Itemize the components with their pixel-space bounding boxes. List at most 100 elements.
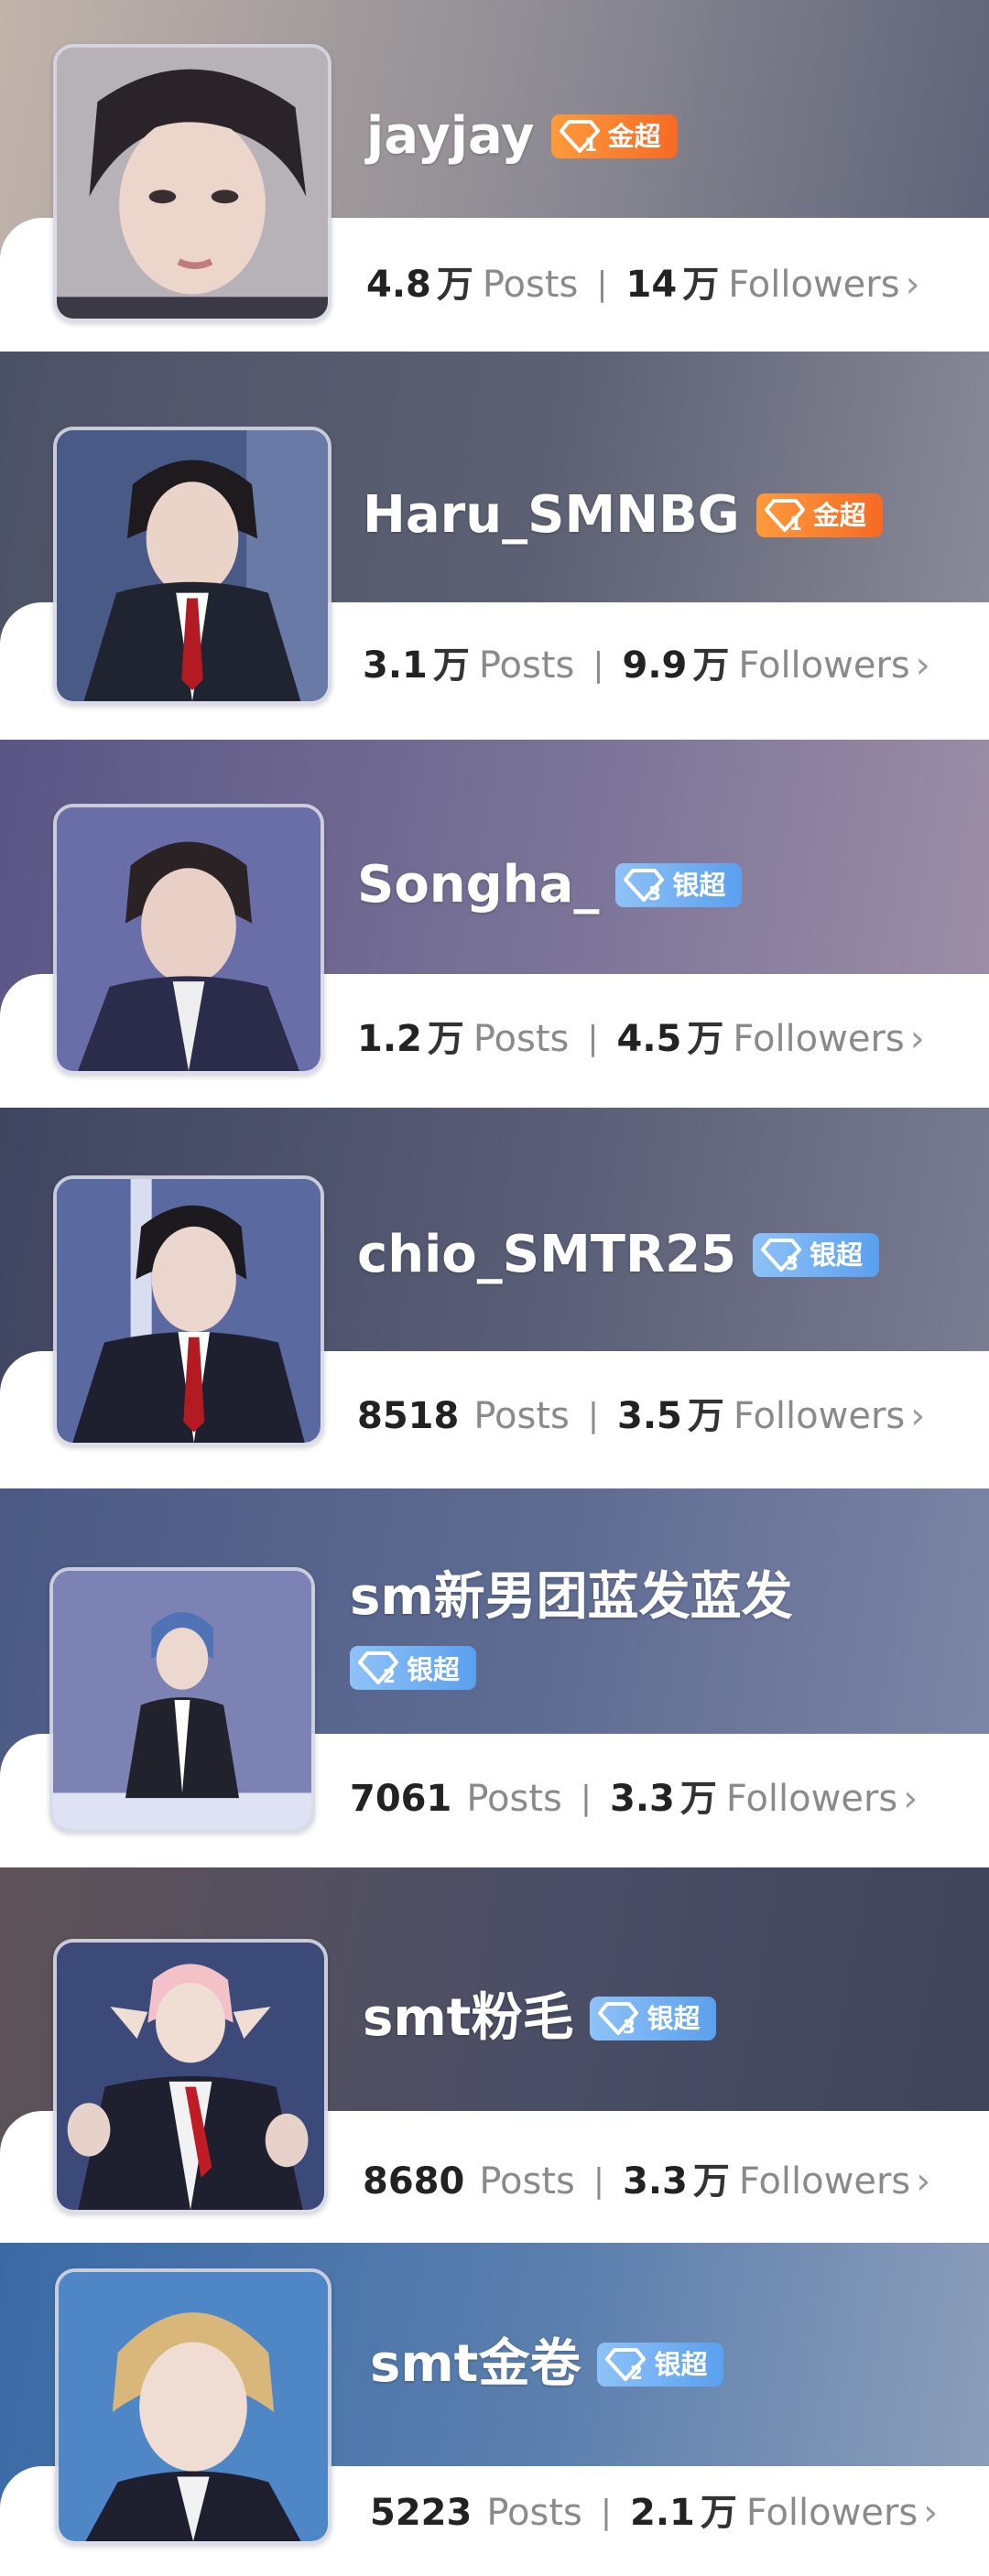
avatar[interactable] [53, 1939, 328, 2213]
stats-row[interactable]: 5223 Posts | 2.1 万 Followers › [370, 2490, 938, 2536]
badge-label: 银超 [810, 1239, 864, 1271]
avatar[interactable] [49, 1567, 315, 1833]
followers-count: 9.9 [622, 644, 688, 687]
stats-row[interactable]: 1.2 万 Posts | 4.5 万 Followers › [357, 1016, 925, 1062]
super-topic-list: jayjay 1 金超 4.8 万 Posts | 14 万 Followers › [0, 0, 989, 2576]
stats-row[interactable]: 4.8 万 Posts | 14 万 Followers › [366, 262, 920, 308]
avatar[interactable] [53, 804, 324, 1075]
chevron-right-icon[interactable]: › [906, 262, 920, 308]
stats-divider: | [592, 646, 604, 684]
posts-label: Posts [478, 644, 575, 687]
followers-unit: 万 [687, 1395, 724, 1437]
stats-divider: | [587, 1397, 599, 1434]
stats-divider: | [600, 2494, 612, 2531]
stats-row[interactable]: 3.1 万 Posts | 9.9 万 Followers › [363, 643, 930, 688]
followers-label: Followers [738, 2160, 911, 2203]
followers-unit: 万 [692, 2160, 730, 2203]
avatar[interactable] [53, 427, 331, 705]
badge-level: 3 [786, 1252, 799, 1273]
account-card-jayjay[interactable]: jayjay 1 金超 4.8 万 Posts | 14 万 Followers › [0, 0, 989, 352]
stats-row[interactable]: 8680 Posts | 3.3 万 Followers › [363, 2159, 930, 2204]
account-name-row: Songha_ 3 银超 [357, 855, 743, 915]
followers-unit: 万 [682, 264, 720, 306]
account-card-smt-golden-curls[interactable]: smt金卷 2 银超 5223 Posts | 2.1 万 Followers › [0, 2243, 989, 2576]
account-name: smt粉毛 [363, 1988, 574, 2048]
diamond-level-icon: 3 [758, 1237, 804, 1273]
account-card-songha[interactable]: Songha_ 3 银超 1.2 万 Posts | 4.5 万 Followers › [0, 740, 989, 1108]
account-card-haru[interactable]: Haru_SMNBG 1 金超 3.1 万 Posts | 9.9 万 Follower… [0, 352, 989, 740]
badge-level: 3 [648, 882, 661, 904]
account-name-row: chio_SMTR25 3 银超 [357, 1225, 880, 1285]
posts-label: Posts [479, 2160, 575, 2203]
posts-count: 3.1 [363, 644, 428, 687]
chevron-right-icon[interactable]: › [910, 1016, 925, 1062]
followers-label: Followers [725, 1778, 898, 1820]
account-name: Songha_ [357, 855, 600, 915]
stats-row[interactable]: 7061 Posts | 3.3 万 Followers › [350, 1776, 918, 1822]
stats-divider: | [587, 1020, 599, 1057]
account-card-smt-pink-hair[interactable]: smt粉毛 3 银超 8680 Posts | 3.3 万 Followers › [0, 1867, 989, 2243]
avatar[interactable] [53, 44, 331, 322]
avatar[interactable] [55, 2268, 331, 2545]
posts-label: Posts [482, 264, 579, 306]
super-topic-badge[interactable]: 2 银超 [597, 2343, 724, 2387]
badge-label: 金超 [812, 500, 866, 531]
stats-divider: | [596, 265, 608, 303]
chevron-right-icon[interactable]: › [916, 643, 930, 688]
posts-count: 5223 [370, 2492, 473, 2534]
followers-unit: 万 [700, 2492, 737, 2534]
posts-count: 1.2 [357, 1018, 422, 1060]
diamond-level-icon: 2 [603, 2346, 648, 2383]
avatar[interactable] [53, 1175, 324, 1446]
posts-unit: 万 [427, 1018, 464, 1060]
account-name: sm新男团蓝发蓝发 [350, 1567, 793, 1627]
super-topic-badge[interactable]: 1 金超 [550, 114, 678, 158]
badge-label: 金超 [607, 121, 661, 152]
diamond-level-icon: 3 [595, 2000, 641, 2037]
chevron-right-icon[interactable]: › [923, 2490, 938, 2536]
followers-unit: 万 [692, 644, 730, 687]
chevron-right-icon[interactable]: › [903, 1776, 918, 1822]
badge-label: 银超 [654, 2349, 708, 2380]
diamond-level-icon: 1 [557, 118, 603, 155]
posts-count: 8680 [363, 2160, 465, 2203]
followers-label: Followers [728, 264, 900, 306]
badge-label: 银超 [672, 870, 726, 901]
followers-unit: 万 [687, 1018, 724, 1060]
followers-count: 3.3 [610, 1778, 675, 1820]
diamond-level-icon: 3 [621, 867, 667, 904]
account-name-row: smt金卷 2 银超 [370, 2334, 724, 2395]
super-topic-badge[interactable]: 1 金超 [755, 493, 883, 537]
account-name: jayjay [366, 106, 535, 166]
followers-label: Followers [733, 1018, 905, 1060]
super-topic-badge[interactable]: 3 银超 [753, 1233, 880, 1277]
posts-label: Posts [486, 2492, 582, 2534]
followers-count: 4.5 [616, 1018, 682, 1060]
chevron-right-icon[interactable]: › [916, 2159, 930, 2204]
super-topic-badge[interactable]: 3 银超 [590, 1997, 717, 2040]
posts-count: 8518 [357, 1395, 460, 1437]
followers-count: 2.1 [630, 2492, 695, 2534]
account-name-row: Haru_SMNBG 1 金超 [363, 485, 883, 546]
account-name-row: smt粉毛 3 银超 [363, 1988, 717, 2049]
account-name: smt金卷 [370, 2334, 581, 2394]
stats-divider: | [592, 2162, 604, 2200]
account-name-row: sm新男团蓝发蓝发 [350, 1567, 793, 1628]
badge-level: 3 [623, 2016, 636, 2037]
followers-count: 3.5 [617, 1395, 682, 1437]
followers-count: 3.3 [623, 2160, 688, 2203]
badge-level: 1 [584, 134, 597, 155]
super-topic-badge[interactable]: 2 银超 [350, 1646, 477, 1690]
followers-label: Followers [733, 1395, 906, 1437]
badge-level: 2 [630, 2362, 643, 2383]
badge-label: 银超 [647, 2003, 701, 2034]
stats-divider: | [580, 1780, 592, 1817]
diamond-level-icon: 1 [762, 497, 808, 534]
super-topic-badge[interactable]: 3 银超 [615, 863, 743, 907]
account-card-sm-blue-hair[interactable]: sm新男团蓝发蓝发 2 银超 7061 Posts | 3.3 万 Followers… [0, 1488, 989, 1867]
account-card-chio[interactable]: chio_SMTR25 3 银超 8518 Posts | 3.5 万 Followe… [0, 1108, 989, 1488]
stats-row[interactable]: 8518 Posts | 3.5 万 Followers › [357, 1393, 925, 1439]
followers-unit: 万 [679, 1778, 717, 1820]
posts-unit: 万 [436, 264, 473, 306]
chevron-right-icon[interactable]: › [910, 1393, 925, 1439]
